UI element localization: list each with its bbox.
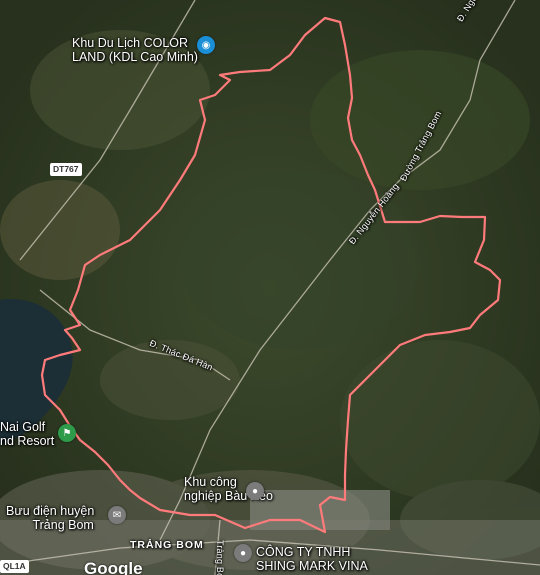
poi-golf-label[interactable]: Nai Golf nd Resort — [0, 420, 54, 448]
poi-golf-line2: nd Resort — [0, 434, 55, 448]
poi-post-label[interactable]: Bưu điện huyện Trảng Bom — [6, 504, 94, 532]
road-shield-ql1a: QL1A — [0, 560, 29, 573]
satellite-map[interactable]: DT767 QL1A Đ. Nguyễn Hoàng Đường Trảng B… — [0, 0, 540, 575]
poi-post-line1: Bưu điện huyện — [6, 504, 95, 518]
mail-icon[interactable]: ✉ — [108, 506, 126, 524]
poi-post-line2: Trảng Bom — [32, 518, 94, 532]
location-pin-icon[interactable]: ● — [234, 544, 252, 562]
poi-color-land-line2: LAND (KDL Cao Minh) — [72, 50, 198, 64]
poi-company-line1: CÔNG TY TNHH — [256, 545, 351, 559]
poi-company-label[interactable]: CÔNG TY TNHH SHING MARK VINA — [256, 545, 368, 573]
road-label-trang-bom-street: Trảng Bom — [215, 540, 225, 575]
town-label-trang-bom: TRẢNG BOM — [130, 539, 204, 551]
golf-icon[interactable]: ⚑ — [58, 424, 76, 442]
poi-company-line2: SHING MARK VINA — [256, 559, 368, 573]
poi-golf-line1: Nai Golf — [0, 420, 46, 434]
poi-color-land-label[interactable]: Khu Du Lịch COLOR LAND (KDL Cao Minh) — [72, 36, 198, 64]
road-shield-dt767: DT767 — [50, 163, 82, 176]
google-logo: Google — [84, 559, 143, 575]
poi-color-land-line1: Khu Du Lịch COLOR — [72, 36, 189, 50]
location-pin-icon[interactable]: ● — [246, 482, 264, 500]
camera-icon[interactable]: ◉ — [197, 36, 215, 54]
